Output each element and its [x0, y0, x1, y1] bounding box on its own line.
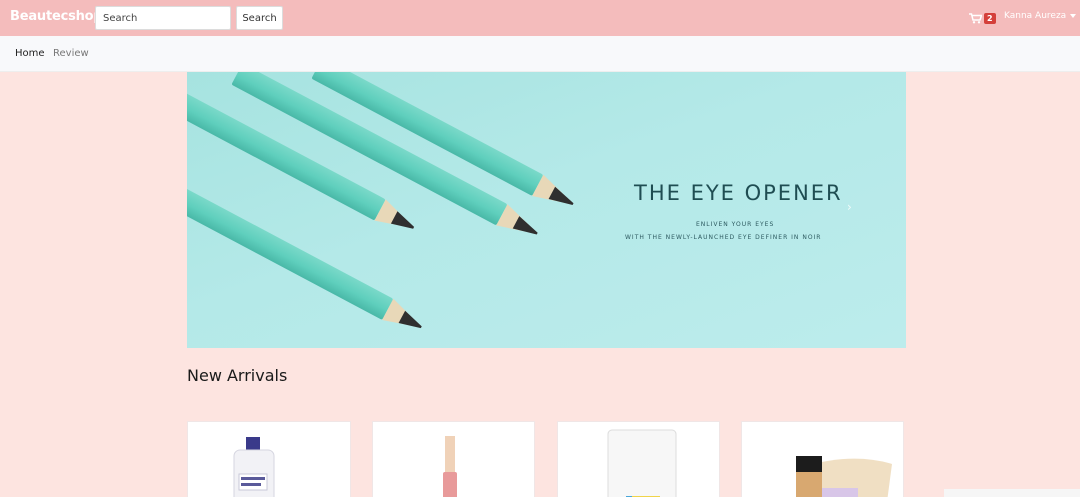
banner-subtitle-line2: WITH THE NEWLY-LAUNCHED EYE DEFINER IN N… [625, 234, 822, 241]
chevron-right-icon[interactable]: › [847, 200, 852, 214]
banner-subtitle-line1: ENLIVEN YOUR EYES [696, 221, 775, 228]
banner-title: THE EYE OPENER [634, 181, 843, 205]
nav-item-home[interactable]: Home [15, 48, 45, 59]
toner-bottle-image [233, 437, 275, 497]
brand-logo[interactable]: Beautecshop [10, 9, 103, 24]
search-button[interactable]: Search [236, 6, 283, 30]
product-card[interactable] [187, 421, 351, 497]
product-card[interactable] [372, 421, 535, 497]
powered-by-badge [944, 489, 1080, 497]
section-title-new-arrivals: New Arrivals [187, 366, 288, 385]
cleanser-tube-image [607, 429, 677, 497]
user-menu-dropdown[interactable]: Kanna Aureza [1004, 11, 1077, 21]
cart-icon [969, 9, 983, 28]
secondary-nav: Home Review [0, 36, 1080, 72]
cart-count-badge: 2 [984, 12, 996, 24]
product-card[interactable] [741, 421, 904, 497]
product-card[interactable] [557, 421, 720, 497]
eyeliner-pencils-image [187, 72, 574, 329]
hero-banner[interactable]: THE EYE OPENER ENLIVEN YOUR EYES WITH TH… [187, 72, 906, 348]
search-input[interactable] [95, 6, 231, 30]
foundation-stick-image [796, 456, 892, 497]
nav-item-review[interactable]: Review [53, 48, 89, 59]
lip-tint-tube-image [443, 436, 457, 497]
top-navbar: Beautecshop Search 2 Kanna Aureza [0, 0, 1080, 36]
caret-down-icon [1070, 14, 1077, 18]
cart-link[interactable]: 2 [969, 11, 996, 25]
user-name: Kanna Aureza [1004, 11, 1067, 21]
